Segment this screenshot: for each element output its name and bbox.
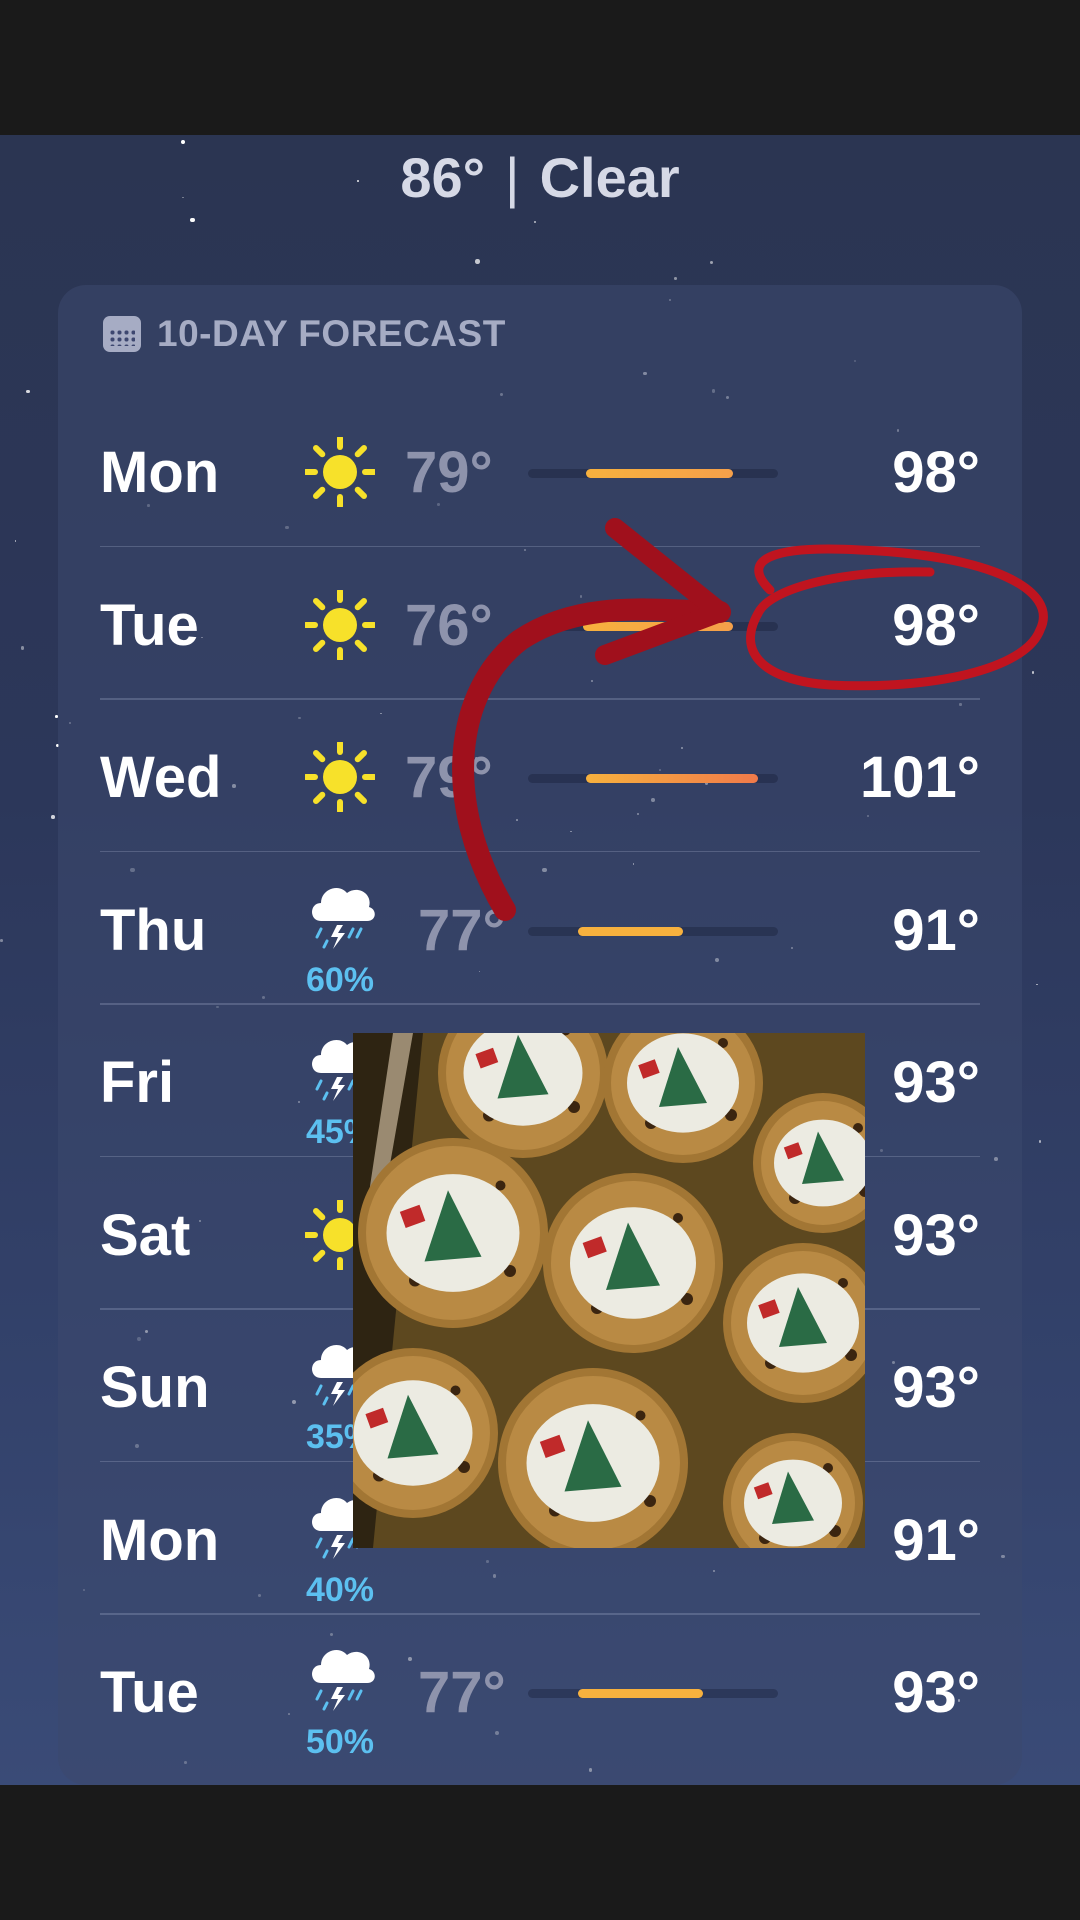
star: [673, 277, 677, 281]
high-temp: 91°: [892, 897, 980, 963]
precip-chance: 40%: [305, 1570, 375, 1609]
low-temp: 77°: [418, 897, 506, 963]
high-temp: 98°: [892, 592, 980, 658]
temp-range-track: [528, 774, 778, 783]
sun-icon: [285, 568, 395, 688]
day-label: Mon: [100, 1507, 220, 1573]
cloud-bolt-rain-icon: 50%: [285, 1635, 395, 1761]
high-temp: 98°: [892, 440, 980, 505]
sun-icon: [285, 720, 395, 840]
star: [20, 646, 25, 650]
day-label: Tue: [100, 1660, 199, 1725]
high-temp: 93°: [892, 1660, 980, 1725]
high-temp: 93°: [892, 1050, 980, 1115]
star: [51, 815, 55, 819]
forecast-header: 10-DAY FORECAST: [103, 313, 506, 355]
high-temp: 91°: [892, 1507, 980, 1573]
day-label: Wed: [100, 745, 222, 810]
star: [1038, 1140, 1042, 1143]
cloud-bolt-rain-icon: 60%: [285, 873, 395, 999]
high-temp: 101°: [860, 745, 980, 810]
star: [190, 217, 195, 222]
temp-range-bar: [578, 1689, 703, 1698]
day-label: Thu: [100, 897, 207, 963]
temp-range-track: [528, 926, 778, 936]
low-temp: 79°: [405, 745, 493, 810]
calendar-icon: [103, 316, 141, 352]
star: [180, 139, 185, 144]
forecast-row[interactable]: Tue 76° 98°: [100, 548, 980, 700]
temp-range-track: [528, 469, 778, 478]
temp-range-track: [528, 1689, 778, 1698]
day-label: Fri: [100, 1050, 175, 1115]
sun-icon: [285, 415, 395, 535]
day-label: Sun: [100, 1355, 210, 1420]
precip-chance: 60%: [305, 960, 375, 999]
precip-chance: 50%: [305, 1723, 375, 1761]
low-temp: 79°: [405, 440, 493, 505]
star: [710, 261, 714, 265]
low-temp: 77°: [418, 1660, 506, 1725]
current-temperature: 86°: [400, 146, 486, 209]
star: [1031, 671, 1035, 674]
temp-range-bar: [578, 926, 683, 936]
frosted-cookies-photo: [353, 1033, 865, 1548]
star: [26, 389, 30, 394]
high-temp: 93°: [892, 1202, 980, 1268]
star: [1036, 983, 1038, 986]
day-label: Tue: [100, 592, 199, 658]
temp-range-bar: [583, 621, 733, 631]
star: [475, 259, 480, 264]
forecast-row[interactable]: Mon 79° 98°: [100, 395, 980, 547]
current-condition: Clear: [539, 146, 680, 209]
star: [533, 220, 536, 224]
star: [0, 938, 4, 942]
day-label: Sat: [100, 1202, 191, 1268]
separator: |: [505, 146, 520, 209]
forecast-row[interactable]: Wed 79° 101°: [100, 700, 980, 852]
temp-range-bar: [585, 469, 733, 478]
temp-range-track: [528, 621, 778, 631]
day-label: Mon: [100, 440, 220, 505]
current-conditions: 86° | Clear: [0, 145, 1080, 210]
forecast-row[interactable]: Tue 50% 77° 93°: [100, 1615, 980, 1767]
high-temp: 93°: [892, 1355, 980, 1420]
forecast-row[interactable]: Thu 60% 77° 91°: [100, 853, 980, 1005]
forecast-header-label: 10-DAY FORECAST: [157, 313, 506, 354]
low-temp: 76°: [405, 592, 493, 658]
star: [14, 539, 17, 542]
temp-range-bar: [585, 774, 758, 783]
